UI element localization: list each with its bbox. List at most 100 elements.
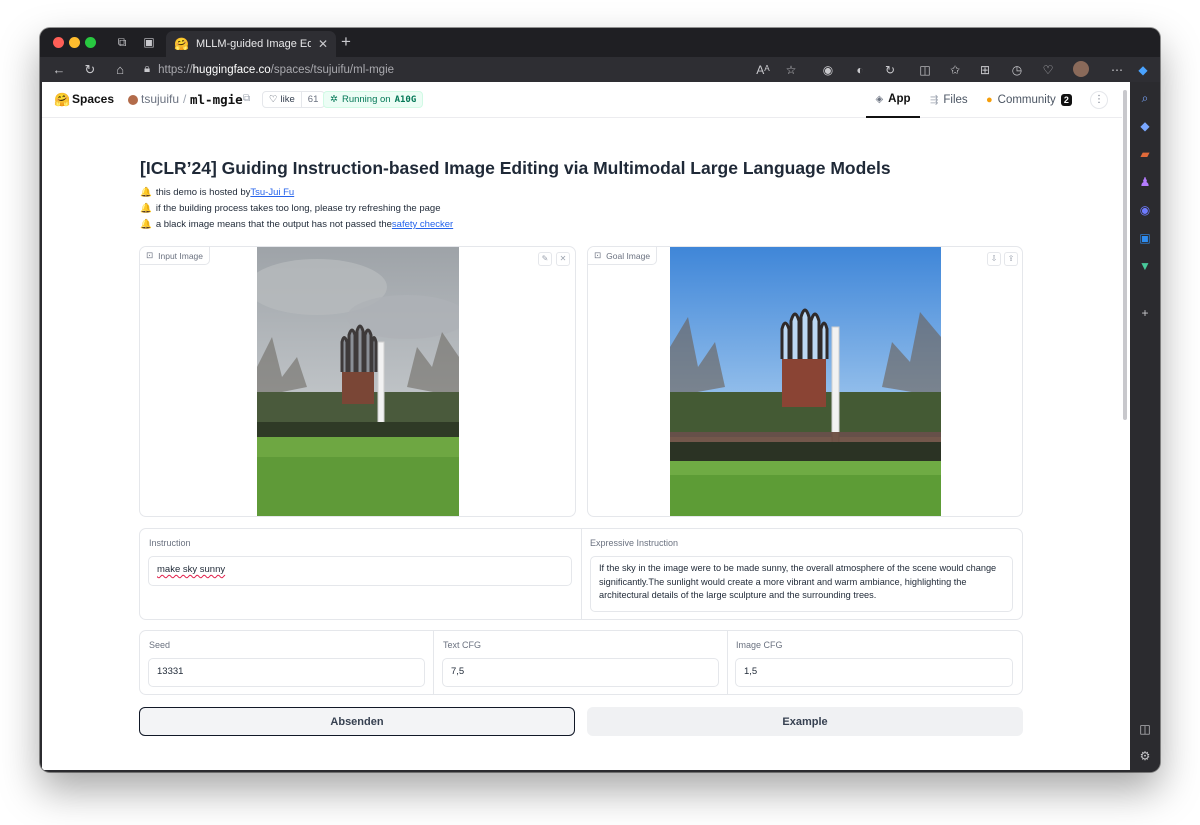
split-screen-icon[interactable]: ◫	[916, 61, 934, 79]
minimize-window-button[interactable]	[69, 37, 80, 48]
example-button[interactable]: Example	[587, 707, 1023, 736]
goal-image	[670, 247, 941, 516]
drop-icon[interactable]: ▼	[1136, 257, 1154, 275]
tab-files-label: Files	[943, 94, 968, 106]
image-cfg-input[interactable]: 1,5	[735, 658, 1013, 687]
expressive-instruction-textbox[interactable]: If the sky in the image were to be made …	[590, 556, 1013, 612]
favorite-star-icon[interactable]: ☆	[782, 61, 800, 79]
expressive-instruction-label: Expressive Instruction	[590, 538, 679, 548]
extension-icon-3[interactable]: ↻	[881, 61, 899, 79]
like-count: 61	[307, 94, 319, 105]
close-window-button[interactable]	[53, 37, 64, 48]
tab-community[interactable]: ● Community 2	[986, 82, 1072, 118]
scrollbar[interactable]	[1123, 90, 1127, 420]
read-aloud-icon[interactable]: Aᴬ	[754, 61, 772, 79]
expressive-instruction-value: If the sky in the image were to be made …	[599, 563, 997, 601]
author-link[interactable]: Tsu-Jui Fu	[250, 187, 294, 198]
new-tab-button[interactable]: +	[341, 32, 351, 52]
heart-icon: ♡	[269, 94, 278, 105]
spaces-link[interactable]: Spaces	[72, 92, 114, 106]
back-icon[interactable]: ←	[50, 61, 68, 79]
games-icon[interactable]: ♟	[1136, 173, 1154, 191]
download-icon[interactable]: ⇩	[987, 252, 1001, 266]
like-button[interactable]: ♡ like 61	[262, 91, 326, 108]
image-cfg-label: Image CFG	[736, 640, 783, 650]
collections-icon[interactable]: ⊞	[976, 61, 994, 79]
image-icon: ⊡	[594, 250, 602, 260]
text-cfg-input[interactable]: 7,5	[442, 658, 719, 687]
refresh-icon[interactable]: ↻	[81, 61, 99, 79]
avatar[interactable]	[128, 95, 138, 105]
more-icon[interactable]: ⋯	[1108, 61, 1126, 79]
browser-window: ⧉ ▣ 🤗 MLLM-guided Image Editing (M ✕ + ←…	[40, 28, 1160, 772]
close-icon[interactable]: ✕	[556, 252, 570, 266]
url-path: /spaces/tsujuifu/ml-mgie	[270, 63, 395, 76]
settings-gear-icon[interactable]: ⚙	[1136, 747, 1154, 765]
copy-icon[interactable]: ⧉	[243, 93, 250, 104]
copilot-sidebar-icon[interactable]: ◉	[1136, 201, 1154, 219]
text-cfg-value: 7,5	[451, 666, 465, 677]
note-text: a black image means that the output has …	[155, 219, 392, 230]
note-safety: 🔔 a black image means that the output ha…	[140, 219, 453, 230]
input-image-label-text: Input Image	[158, 250, 204, 261]
profile-avatar[interactable]	[1073, 61, 1089, 77]
files-icon: ⇶	[930, 94, 939, 106]
close-icon[interactable]: ✕	[318, 37, 328, 51]
instruction-input[interactable]: make sky sunny	[148, 556, 572, 586]
share-icon[interactable]: ⇪	[1004, 252, 1018, 266]
goal-image-label-text: Goal Image	[606, 250, 651, 261]
sidebar-toggle-icon[interactable]: ◫	[1136, 720, 1154, 738]
shopping-icon[interactable]: ◆	[1136, 117, 1154, 135]
tab-bar: ⧉ ▣ 🤗 MLLM-guided Image Editing (M ✕ +	[40, 28, 1160, 57]
browser-tab-active[interactable]: 🤗 MLLM-guided Image Editing (M ✕	[166, 31, 336, 57]
tab-app[interactable]: ◈ App	[866, 82, 920, 118]
running-prefix: Running on	[341, 94, 391, 105]
goal-photo-svg	[670, 247, 941, 516]
url-host: huggingface.co	[192, 63, 271, 76]
hf-header: 🤗 Spaces tsujuifu / ml-mgie ⧉ ♡ like 61 ✲…	[42, 82, 1122, 118]
safety-checker-link[interactable]: safety checker	[392, 219, 453, 230]
submit-button[interactable]: Absenden	[139, 707, 575, 736]
owner-link[interactable]: tsujuifu	[141, 92, 179, 106]
favorites-icon[interactable]: ✩	[946, 61, 964, 79]
home-icon[interactable]: ⌂	[111, 61, 129, 79]
extension-icon[interactable]: ◉	[819, 61, 837, 79]
hugging-face-icon[interactable]: 🤗	[54, 92, 70, 108]
seed-input[interactable]: 13331	[148, 658, 425, 687]
tab-community-label: Community	[997, 94, 1056, 106]
maximize-window-button[interactable]	[85, 37, 96, 48]
sparkle-icon: ✲	[330, 94, 338, 105]
workspaces-icon[interactable]: ⧉	[114, 34, 130, 50]
instruction-label: Instruction	[149, 538, 191, 548]
path-separator: /	[183, 92, 187, 106]
browser-essentials-icon[interactable]: ♡	[1039, 61, 1057, 79]
community-count-badge: 2	[1060, 94, 1072, 106]
text-cfg-label: Text CFG	[443, 640, 482, 650]
tools-icon[interactable]: ▰	[1136, 145, 1154, 163]
divider	[727, 631, 728, 694]
bell-icon: 🔔	[140, 219, 152, 230]
more-options-icon[interactable]: ⋮	[1090, 91, 1108, 109]
tab-app-label: App	[888, 93, 911, 105]
search-icon[interactable]: ⌕	[1136, 89, 1154, 107]
repo-name[interactable]: ml-mgie	[190, 92, 243, 107]
note-text: if the building process takes too long, …	[155, 203, 441, 214]
url-field[interactable]: 🔒︎ https://huggingface.co/spaces/tsujuif…	[144, 59, 824, 80]
edge-sidebar: ⌕ ◆ ▰ ♟ ◉ ▣ ▼ + ◫ ⚙	[1130, 82, 1160, 772]
tab-actions-icon[interactable]: ▣	[141, 34, 157, 50]
copilot-icon[interactable]: ◆	[1134, 61, 1152, 79]
history-icon[interactable]: ◷	[1008, 61, 1026, 79]
input-image-panel[interactable]: ⊡ Input Image ✎ ✕	[139, 246, 576, 517]
pencil-icon[interactable]: ✎	[538, 252, 552, 266]
running-status-badge[interactable]: ✲ Running on A10G	[323, 91, 424, 108]
bell-icon: 🔔	[140, 203, 152, 214]
tab-files[interactable]: ⇶ Files	[930, 82, 968, 118]
lock-icon: 🔒︎	[144, 63, 151, 75]
seed-value: 13331	[157, 666, 184, 677]
extension-icon-2[interactable]: ◐	[851, 61, 869, 79]
divider	[581, 529, 582, 619]
outlook-icon[interactable]: ▣	[1136, 229, 1154, 247]
goal-image-panel[interactable]: ⊡ Goal Image ⇩ ⇪	[587, 246, 1023, 517]
add-icon[interactable]: +	[1136, 304, 1154, 322]
divider	[433, 631, 434, 694]
